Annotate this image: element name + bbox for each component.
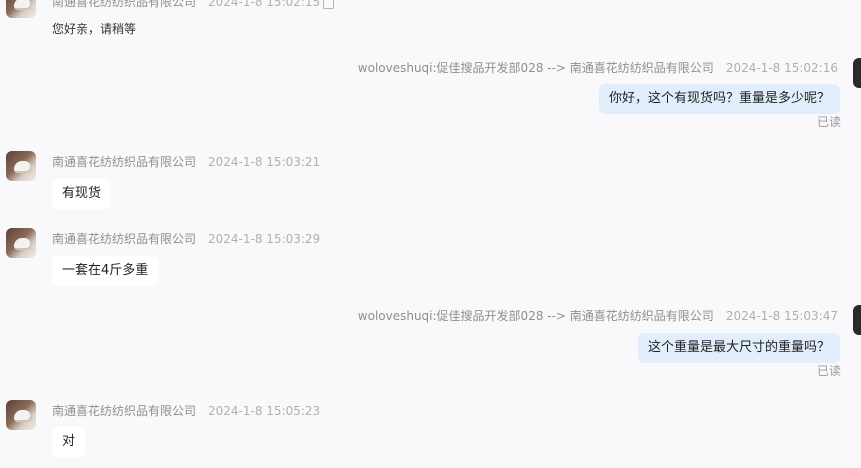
- message-header: 南通喜花纺纺织品有限公司 2024-1-8 15:02:15: [52, 0, 320, 9]
- sender-name: 南通喜花纺纺织品有限公司: [52, 404, 197, 418]
- buyer-avatar[interactable]: [853, 58, 861, 88]
- message-bubble-incoming[interactable]: 有现货: [52, 179, 112, 209]
- copy-icon[interactable]: [323, 0, 334, 9]
- sender-name: 南通喜花纺纺织品有限公司: [52, 0, 197, 9]
- avatar-image: [14, 238, 32, 250]
- message-header: woloveshuqi:促佳搜品开发部028 --> 南通喜花纺纺织品有限公司 2…: [358, 61, 838, 75]
- seller-avatar[interactable]: [6, 151, 36, 181]
- message-bubble-incoming[interactable]: 对: [52, 427, 86, 457]
- avatar-image: [14, 0, 32, 10]
- message-time: 2024-1-8 15:02:15: [208, 0, 321, 9]
- message-header: 南通喜花纺纺织品有限公司 2024-1-8 15:03:29: [52, 232, 320, 246]
- seller-avatar[interactable]: [6, 400, 36, 430]
- buyer-avatar[interactable]: [853, 305, 861, 335]
- message-header: 南通喜花纺纺织品有限公司 2024-1-8 15:03:21: [52, 155, 320, 169]
- read-status: 已读: [816, 364, 841, 378]
- seller-avatar[interactable]: [6, 0, 36, 18]
- message-bubble-outgoing[interactable]: 你好，这个有现货吗？重量是多少呢？: [598, 84, 840, 114]
- seller-avatar[interactable]: [6, 228, 36, 258]
- read-status: 已读: [816, 115, 841, 129]
- message-time: 2024-1-8 15:03:29: [208, 232, 321, 246]
- message-time: 2024-1-8 15:02:16: [725, 61, 838, 75]
- message-time: 2024-1-8 15:03:47: [725, 309, 838, 323]
- chat-history: 南通喜花纺纺织品有限公司 2024-1-8 15:02:15 您好亲，请稍等 wo…: [0, 0, 861, 468]
- message-bubble-incoming[interactable]: 一套在4斤多重: [52, 256, 159, 286]
- message-time: 2024-1-8 15:05:23: [208, 404, 321, 418]
- sender-name: 南通喜花纺纺织品有限公司: [52, 232, 197, 246]
- message-header: 南通喜花纺纺织品有限公司 2024-1-8 15:05:23: [52, 404, 320, 418]
- message-text: 您好亲，请稍等: [52, 22, 137, 36]
- message-bubble-outgoing[interactable]: 这个重量是最大尺寸的重量吗？: [637, 333, 840, 363]
- message-time: 2024-1-8 15:03:21: [208, 155, 321, 169]
- sender-name: woloveshuqi:促佳搜品开发部028 --> 南通喜花纺纺织品有限公司: [357, 309, 714, 323]
- avatar-image: [14, 161, 32, 173]
- sender-name: 南通喜花纺纺织品有限公司: [52, 155, 197, 169]
- avatar-image: [14, 410, 32, 422]
- sender-name: woloveshuqi:促佳搜品开发部028 --> 南通喜花纺纺织品有限公司: [357, 61, 714, 75]
- message-header: woloveshuqi:促佳搜品开发部028 --> 南通喜花纺纺织品有限公司 2…: [358, 309, 838, 323]
